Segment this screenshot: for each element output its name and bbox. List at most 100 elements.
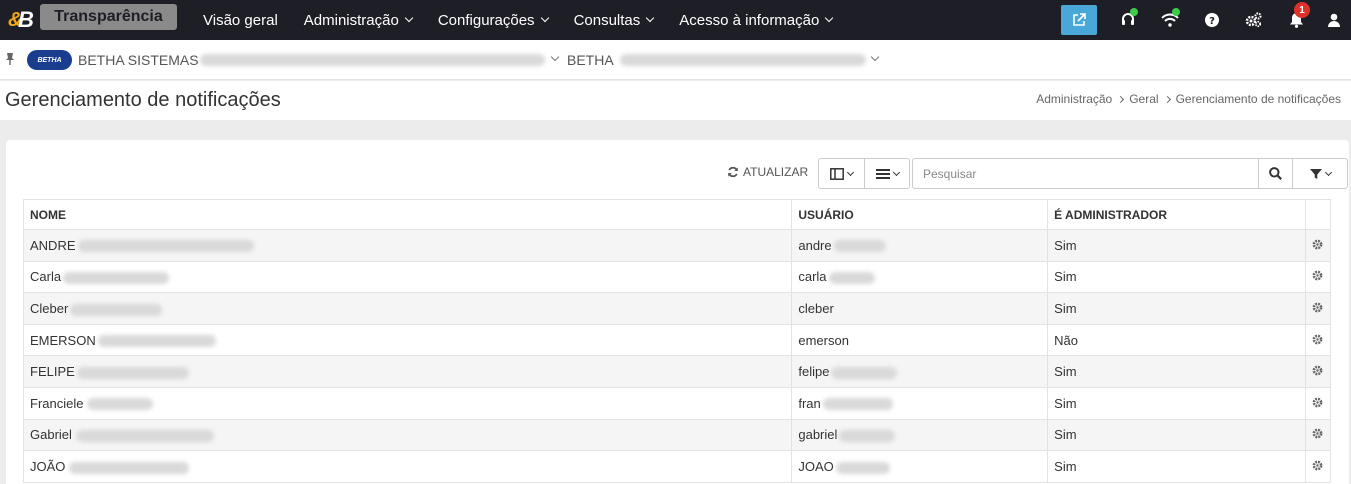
row-actions-button[interactable] [1304,229,1332,262]
main-menu: Visão geral Administração Configurações … [190,0,845,40]
search-box [912,158,1348,189]
row-actions-button[interactable] [1304,292,1332,325]
user-text: JOAO [798,458,834,474]
user-text: cleber [798,300,834,316]
redacted-surname [75,429,214,442]
gear-icon [1313,397,1323,408]
menu-acesso-informacao[interactable]: Acesso à informação [666,0,845,40]
column-header-administrador[interactable]: É ADMINISTRADOR [1047,199,1306,230]
table-row[interactable]: Franciele fran Sim [22,386,1332,420]
name-cell: Franciele [22,386,793,420]
user-text: fran [798,395,821,411]
name-text: Franciele [30,395,84,411]
notifications-table: NOME USUÁRIO É ADMINISTRADOR ANDRE andre… [22,199,1332,483]
column-header-nome[interactable]: NOME [22,199,793,230]
page-header: Gerenciamento de notificações Administra… [0,81,1351,120]
breadcrumb-item-current: Gerenciamento de notificações [1175,92,1341,106]
view-options-group [818,158,910,189]
betha-logo-text: BETHA [37,56,62,64]
table-row[interactable]: Cleber cleber Sim [22,292,1332,325]
organization-name[interactable]: BETHA SISTEMAS [78,52,199,68]
table-row[interactable]: FELIPE felipe Sim [22,355,1332,388]
search-icon [1269,167,1282,180]
name-text: Gabriel [30,427,72,443]
user-cell: emerson [791,323,1049,357]
redacted-entity [200,54,545,66]
user-text: carla [798,269,827,285]
support-button[interactable] [1107,0,1149,40]
chevron-down-icon [1324,168,1332,176]
name-cell: Gabriel [22,418,793,452]
user-menu-button[interactable] [1317,0,1351,40]
search-input[interactable] [913,159,1258,188]
admin-cell: Sim [1047,386,1306,420]
row-actions-button[interactable] [1304,418,1332,452]
admin-cell: Sim [1047,450,1306,483]
admin-cell: Sim [1047,229,1306,262]
settings-button[interactable] [1233,0,1275,40]
menu-label: Administração [303,11,399,29]
navbar-actions: ? 1 [1061,0,1351,40]
betha-logo: BETHA [27,50,72,70]
refresh-label: ATUALIZAR [743,165,809,179]
refresh-icon [728,166,738,178]
menu-visao-geral[interactable]: Visão geral [190,0,291,40]
redacted-surname [77,240,254,253]
row-actions-button[interactable] [1304,323,1332,357]
redacted-user-suffix [839,429,896,442]
system-name[interactable]: BETHA [567,52,614,68]
app-title[interactable]: Transparência [40,4,177,30]
chevron-down-icon [892,168,900,176]
chevron-down-icon[interactable] [550,52,560,62]
pin-icon[interactable] [5,52,15,69]
breadcrumb-item-geral[interactable]: Geral [1129,92,1158,106]
menu-consultas[interactable]: Consultas [561,0,667,40]
help-button[interactable]: ? [1191,0,1233,40]
menu-administracao[interactable]: Administração [291,0,425,40]
filter-icon [1309,168,1322,179]
content-card: ATUALIZAR NOME USUÁRIO É ADMINISTRADOR [6,140,1349,484]
chevron-down-icon [825,13,834,23]
user-cell: felipe [791,355,1049,388]
table-row[interactable]: Gabriel gabriel Sim [22,418,1332,452]
row-actions-button[interactable] [1304,386,1332,420]
table-row[interactable]: JOÃO JOAO Sim [22,450,1332,483]
menu-configuracoes[interactable]: Configurações [425,0,561,40]
chevron-down-icon [846,168,855,176]
user-cell: cleber [791,292,1049,325]
online-status-dot [1130,8,1138,16]
breadcrumb-item-administracao[interactable]: Administração [1036,92,1112,106]
table-row[interactable]: Carla carla Sim [22,260,1332,294]
row-actions-button[interactable] [1304,355,1332,388]
name-cell: FELIPE [22,355,793,388]
gear-icon [1313,428,1323,439]
redacted-surname [70,303,163,316]
menu-label: Visão geral [203,11,278,29]
name-cell: JOÃO [22,450,793,483]
chevron-right-icon [1163,95,1171,103]
user-text: andre [798,237,832,253]
redacted-surname [69,461,190,474]
gear-icon [1313,334,1323,344]
column-header-usuario[interactable]: USUÁRIO [791,199,1049,230]
chevron-down-icon[interactable] [870,52,880,62]
notifications-button[interactable]: 1 [1275,0,1317,40]
redacted-surname [63,271,170,284]
table-row[interactable]: EMERSON emerson Não [22,323,1332,357]
filter-button[interactable] [1292,159,1347,188]
density-button[interactable] [864,159,909,188]
search-button[interactable] [1258,159,1292,188]
name-cell: Cleber [22,292,793,325]
name-text: ANDRE [30,237,76,253]
row-actions-button[interactable] [1304,450,1332,483]
external-link-button[interactable] [1061,5,1097,35]
refresh-button[interactable]: ATUALIZAR [727,165,808,179]
chevron-down-icon [540,13,549,23]
table-row[interactable]: ANDRE andre Sim [22,229,1332,262]
connection-button[interactable] [1149,0,1191,40]
app-logo[interactable]: & B [6,5,40,33]
columns-button[interactable] [819,159,864,188]
name-text: Carla [30,269,62,285]
user-icon [1328,13,1340,27]
row-actions-button[interactable] [1304,260,1332,294]
